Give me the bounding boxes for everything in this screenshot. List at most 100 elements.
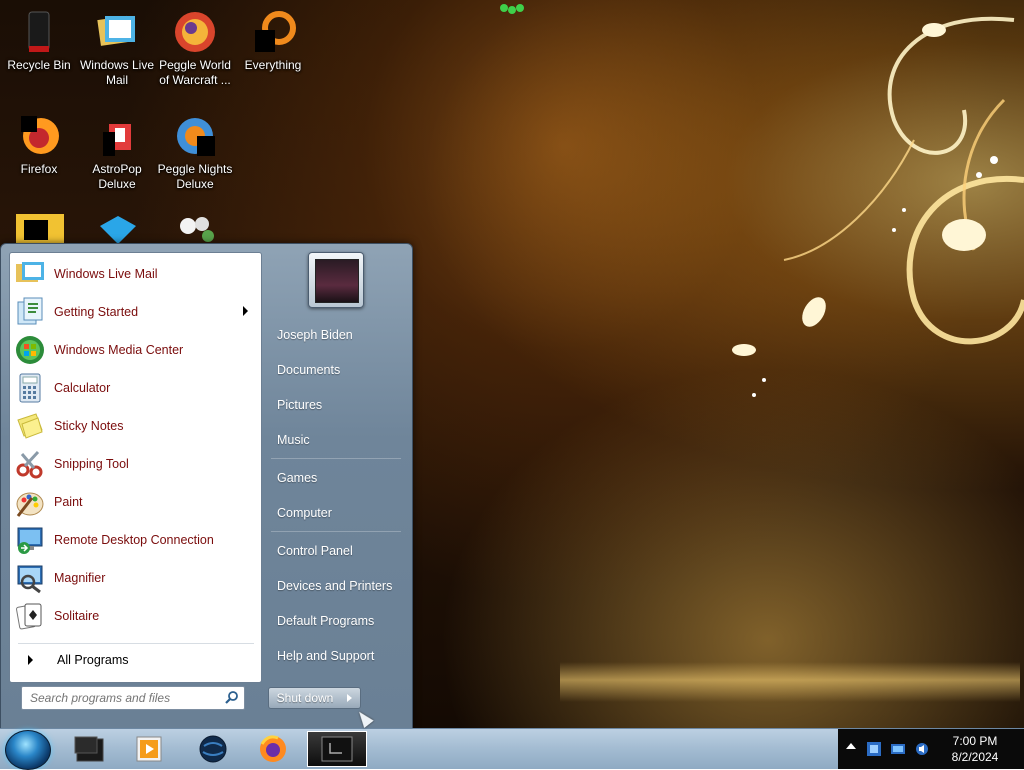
taskbar-firefox[interactable] <box>246 731 300 767</box>
firefox-icon <box>15 112 63 160</box>
peggle-icon <box>171 8 219 56</box>
desktop-icon-astropop[interactable]: AstroPop Deluxe <box>78 108 156 192</box>
mail-icon <box>14 258 46 290</box>
all-programs-label: All Programs <box>57 653 129 667</box>
clock-time: 7:00 PM <box>952 734 998 748</box>
right-item-computer[interactable]: Computer <box>263 500 403 526</box>
action-center-icon[interactable] <box>866 741 882 757</box>
start-item-calculator[interactable]: Calculator <box>12 370 258 406</box>
desktop-icon-label: Recycle Bin <box>7 58 71 72</box>
start-item-label: Calculator <box>54 381 111 395</box>
right-item-documents[interactable]: Documents <box>263 357 403 383</box>
right-item-pictures[interactable]: Pictures <box>263 392 403 418</box>
start-item-label: Magnifier <box>54 571 106 585</box>
start-menu-programs-pane: Windows Live Mail Getting Started Window… <box>9 252 262 683</box>
submenu-arrow-icon <box>243 306 248 316</box>
desktop-icon-peggle-nights[interactable]: Peggle Nights Deluxe <box>156 108 234 192</box>
start-item-windows-media-center[interactable]: Windows Media Center <box>12 332 258 368</box>
calculator-icon <box>14 372 46 404</box>
everything-icon <box>249 8 297 56</box>
network-icon[interactable] <box>890 741 906 757</box>
start-item-label: Paint <box>54 495 83 509</box>
desktop-icon-windows-live-mail[interactable]: Windows Live Mail <box>78 4 156 88</box>
scissors-icon <box>14 448 46 480</box>
terminal-icon <box>321 736 353 762</box>
shutdown-button[interactable]: Shut down <box>268 687 342 709</box>
peggle-nights-icon <box>171 112 219 160</box>
right-item-devices-printers[interactable]: Devices and Printers <box>263 573 403 599</box>
search-box[interactable] <box>21 686 245 710</box>
right-item-user[interactable]: Joseph Biden <box>263 322 403 348</box>
shutdown-options-button[interactable] <box>340 687 361 709</box>
start-menu: Windows Live Mail Getting Started Window… <box>0 243 413 730</box>
start-item-sticky-notes[interactable]: Sticky Notes <box>12 408 258 444</box>
desktop-icon-label: Peggle World of Warcraft ... <box>159 58 231 87</box>
media-center-icon <box>14 334 46 366</box>
start-item-label: Snipping Tool <box>54 457 129 471</box>
right-item-help-support[interactable]: Help and Support <box>263 643 403 669</box>
divider <box>271 531 401 532</box>
paint-palette-icon <box>14 486 46 518</box>
show-hidden-icons-icon[interactable] <box>846 743 856 749</box>
cards-icon <box>14 600 46 632</box>
start-item-label: Windows Media Center <box>54 343 184 357</box>
desktop-icon-label: Peggle Nights Deluxe <box>157 162 233 191</box>
desktop-icon-label: AstroPop Deluxe <box>92 162 142 191</box>
taskbar-media-player[interactable] <box>122 731 176 767</box>
system-clock[interactable]: 7:00 PM 8/2/2024 <box>940 733 1010 765</box>
desktop-icon-label: Everything <box>244 58 302 72</box>
taskbar-terminal-active[interactable] <box>307 731 367 767</box>
desktop-icon-partial-2[interactable] <box>96 214 140 246</box>
user-picture[interactable] <box>308 252 364 308</box>
start-item-label: Sticky Notes <box>54 419 124 433</box>
all-programs-button[interactable]: All Programs <box>12 647 258 673</box>
desktop-icon-everything[interactable]: Everything <box>234 4 312 73</box>
top-decoration <box>500 4 524 14</box>
wallpaper-glow <box>560 662 1020 702</box>
start-item-windows-live-mail[interactable]: Windows Live Mail <box>12 256 258 292</box>
expand-arrow-icon <box>28 655 33 665</box>
globe-icon <box>199 735 227 763</box>
start-item-magnifier[interactable]: Magnifier <box>12 560 258 596</box>
recycle-bin-icon <box>15 8 63 56</box>
start-item-label: Getting Started <box>54 305 139 319</box>
divider <box>18 643 254 644</box>
start-item-label: Solitaire <box>54 609 100 623</box>
start-item-snipping-tool[interactable]: Snipping Tool <box>12 446 258 482</box>
taskbar-explorer[interactable] <box>62 731 116 767</box>
remote-desktop-icon <box>14 524 46 556</box>
wallpaper-swirl <box>732 16 1024 397</box>
sticky-notes-icon <box>14 410 46 442</box>
right-item-music[interactable]: Music <box>263 427 403 453</box>
divider <box>271 458 401 459</box>
start-item-label: Remote Desktop Connection <box>54 533 214 547</box>
desktop-icon-partial-1[interactable] <box>14 212 66 246</box>
start-item-paint[interactable]: Paint <box>12 484 258 520</box>
desktop-icon-recycle-bin[interactable]: Recycle Bin <box>0 4 78 73</box>
media-player-icon <box>136 736 162 762</box>
taskbar-globe[interactable] <box>186 731 240 767</box>
right-item-games[interactable]: Games <box>263 465 403 491</box>
right-item-default-programs[interactable]: Default Programs <box>263 608 403 634</box>
desktop-icon-firefox[interactable]: Firefox <box>0 108 78 177</box>
firefox-icon <box>260 735 286 762</box>
start-item-solitaire[interactable]: Solitaire <box>12 598 258 634</box>
volume-icon[interactable] <box>914 741 930 757</box>
desktop-icon-label: Firefox <box>20 162 58 176</box>
start-item-remote-desktop[interactable]: Remote Desktop Connection <box>12 522 258 558</box>
search-input[interactable] <box>22 690 222 706</box>
mail-icon <box>93 8 141 56</box>
magnifier-icon <box>14 562 46 594</box>
desktop-icon-partial-3[interactable] <box>174 212 222 246</box>
start-item-label: Windows Live Mail <box>54 267 158 281</box>
astropop-icon <box>93 112 141 160</box>
clock-date: 8/2/2024 <box>951 750 999 764</box>
right-item-control-panel[interactable]: Control Panel <box>263 538 403 564</box>
start-button[interactable] <box>5 730 51 770</box>
getting-started-icon <box>14 296 46 328</box>
desktop-icon-label: Windows Live Mail <box>79 58 155 87</box>
start-item-getting-started[interactable]: Getting Started <box>12 294 258 330</box>
avatar <box>315 259 359 303</box>
desktop-icon-peggle-wow[interactable]: Peggle World of Warcraft ... <box>156 4 234 88</box>
search-icon[interactable] <box>224 690 240 706</box>
